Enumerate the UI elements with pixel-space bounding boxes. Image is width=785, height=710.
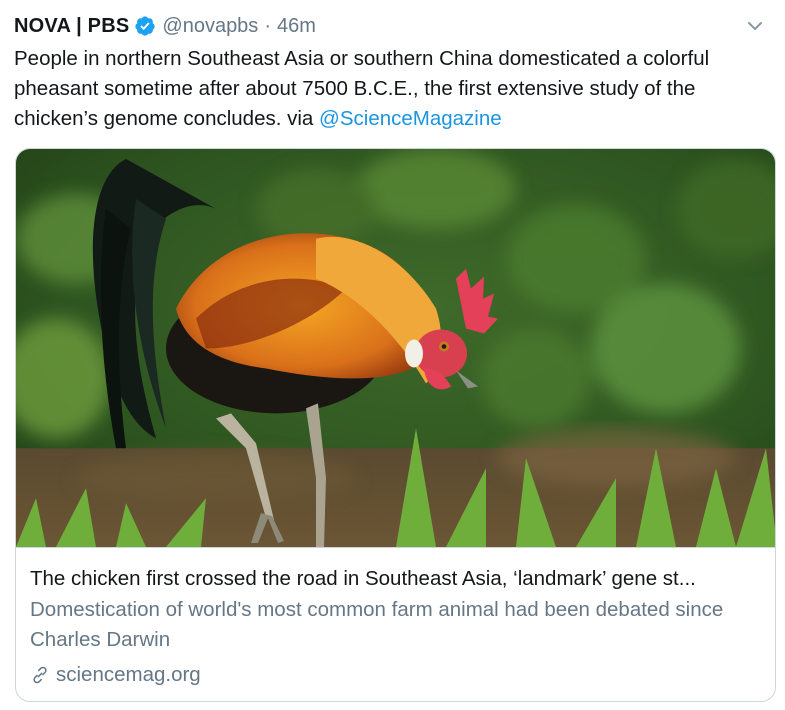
tweet: NOVA | PBS @novapbs · 46m People in nort… [0,0,785,710]
separator-dot: · [264,14,271,37]
card-title[interactable]: The chicken first crossed the road in So… [30,564,761,594]
display-name[interactable]: NOVA | PBS [14,15,129,38]
verified-badge-icon [135,16,156,36]
link-icon [33,666,47,684]
card-body: The chicken first crossed the road in So… [30,564,761,687]
user-handle[interactable]: @novapbs [162,15,258,38]
tweet-header: NOVA | PBS @novapbs · 46m [14,12,771,40]
chevron-down-icon[interactable] [743,14,767,38]
card-domain-text: sciencemag.org [56,663,201,686]
rooster-photo[interactable] [16,149,776,548]
card-description: Domestication of world's most common far… [30,598,724,651]
tweet-text: People in northern Southeast Asia or sou… [14,44,774,134]
timestamp[interactable]: 46m [277,15,316,38]
card-domain[interactable]: sciencemag.org [30,663,761,687]
link-card[interactable]: The chicken first crossed the road in So… [15,148,776,702]
mention-link[interactable]: @ScienceMagazine [319,107,502,130]
